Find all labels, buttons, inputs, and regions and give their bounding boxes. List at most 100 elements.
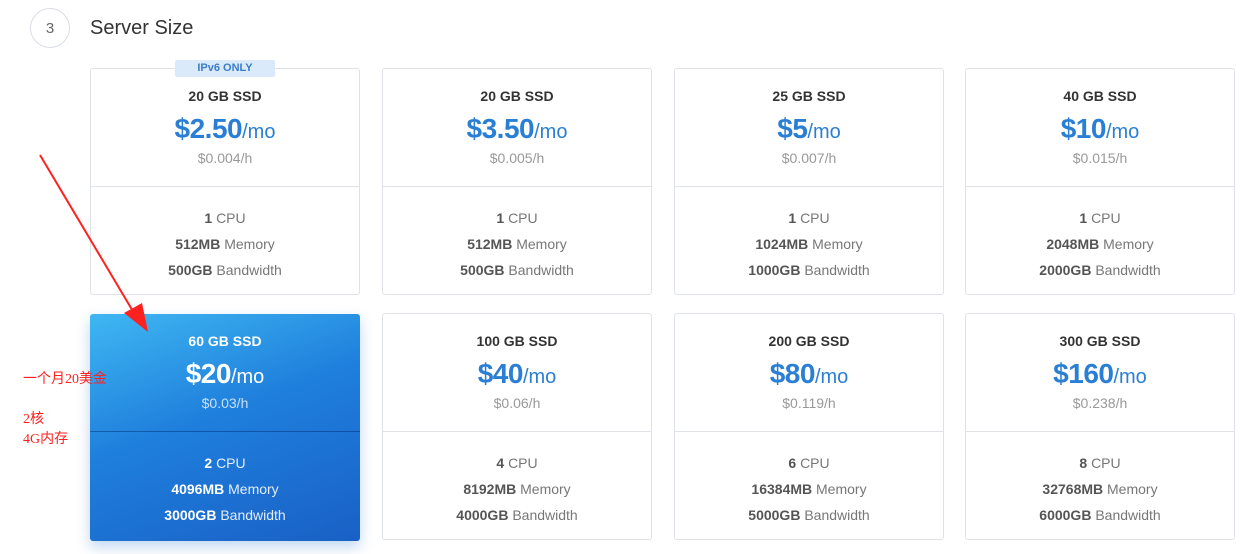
- spec-memory-label: Memory: [228, 481, 279, 497]
- plan-card-100gb[interactable]: 100 GB SSD $40/mo $0.06/h 4 CPU 8192MB M…: [382, 313, 652, 540]
- spec-bandwidth-value: 500GB: [168, 262, 213, 278]
- plan-storage: 25 GB SSD: [772, 88, 846, 104]
- spec-cpu-value: 4: [496, 455, 505, 471]
- plan-card-20gb-ipv6[interactable]: IPv6 ONLY 20 GB SSD $2.50/mo $0.004/h 1 …: [90, 60, 360, 295]
- plan-card-300gb[interactable]: 300 GB SSD $160/mo $0.238/h 8 CPU 32768M…: [965, 313, 1235, 540]
- spec-memory: 2048MB Memory: [966, 231, 1234, 257]
- spec-bandwidth: 6000GB Bandwidth: [966, 502, 1234, 528]
- plan-price: $10/mo: [966, 113, 1234, 145]
- spec-memory: 16384MB Memory: [675, 476, 943, 502]
- plan-storage: 100 GB SSD: [476, 333, 558, 349]
- spec-cpu-label: CPU: [216, 455, 246, 471]
- spec-bandwidth: 5000GB Bandwidth: [675, 502, 943, 528]
- price-unit: /mo: [1105, 121, 1140, 143]
- plan-price: $40/mo: [383, 358, 651, 390]
- spec-cpu: 4 CPU: [383, 450, 651, 476]
- spec-cpu-label: CPU: [508, 210, 538, 226]
- price-amount: $80: [769, 358, 816, 389]
- plan-hourly-price: $0.005/h: [489, 150, 545, 166]
- price-amount: $40: [477, 358, 524, 389]
- spec-bandwidth: 1000GB Bandwidth: [675, 257, 943, 283]
- spec-memory: 8192MB Memory: [383, 476, 651, 502]
- spec-bandwidth-label: Bandwidth: [804, 507, 870, 523]
- spec-memory-value: 8192MB: [463, 481, 517, 497]
- spec-cpu-value: 1: [204, 210, 213, 226]
- spec-memory-value: 512MB: [175, 236, 221, 252]
- plan-price: $160/mo: [966, 358, 1234, 390]
- plan-card-20gb[interactable]: 20 GB SSD $3.50/mo $0.005/h 1 CPU 512MB …: [382, 68, 652, 295]
- plan-storage: 40 GB SSD: [1063, 88, 1137, 104]
- spec-memory-label: Memory: [1103, 236, 1154, 252]
- plan-hourly-price: $0.007/h: [781, 150, 837, 166]
- spec-memory: 512MB Memory: [91, 231, 359, 257]
- spec-memory: 512MB Memory: [383, 231, 651, 257]
- spec-cpu: 1 CPU: [675, 205, 943, 231]
- price-amount: $10: [1060, 113, 1107, 144]
- spec-cpu-value: 1: [496, 210, 505, 226]
- plan-hourly-price: $0.03/h: [201, 395, 249, 411]
- spec-bandwidth-label: Bandwidth: [220, 507, 286, 523]
- spec-bandwidth-value: 1000GB: [748, 262, 801, 278]
- price-unit: /mo: [230, 366, 265, 388]
- plan-price: $2.50/mo: [91, 113, 359, 145]
- spec-cpu-label: CPU: [800, 210, 830, 226]
- spec-cpu: 2 CPU: [90, 450, 360, 476]
- spec-memory-label: Memory: [224, 236, 275, 252]
- price-unit: /mo: [534, 121, 568, 143]
- spec-memory-value: 16384MB: [751, 481, 813, 497]
- plan-card-25gb[interactable]: 25 GB SSD $5/mo $0.007/h 1 CPU 1024MB Me…: [674, 68, 944, 295]
- spec-bandwidth-value: 500GB: [460, 262, 505, 278]
- price-unit: /mo: [807, 121, 841, 143]
- spec-cpu-value: 6: [788, 455, 797, 471]
- annotation-memory-note: 4G内存: [23, 432, 69, 447]
- spec-bandwidth-value: 2000GB: [1039, 262, 1092, 278]
- spec-cpu: 6 CPU: [675, 450, 943, 476]
- spec-cpu-label: CPU: [800, 455, 830, 471]
- plan-card-200gb[interactable]: 200 GB SSD $80/mo $0.119/h 6 CPU 16384MB…: [674, 313, 944, 540]
- spec-memory: 1024MB Memory: [675, 231, 943, 257]
- price-amount: $3.50: [466, 113, 535, 144]
- spec-bandwidth-value: 5000GB: [748, 507, 801, 523]
- plan-storage: 200 GB SSD: [768, 333, 850, 349]
- spec-bandwidth-label: Bandwidth: [216, 262, 282, 278]
- plan-storage: 60 GB SSD: [188, 333, 262, 349]
- spec-memory-value: 32768MB: [1042, 481, 1104, 497]
- spec-cpu-value: 8: [1079, 455, 1088, 471]
- plan-price: $5/mo: [675, 113, 943, 145]
- plan-storage: 20 GB SSD: [480, 88, 554, 104]
- spec-cpu-label: CPU: [1091, 210, 1121, 226]
- spec-cpu: 1 CPU: [91, 205, 359, 231]
- plan-card-60gb-selected[interactable]: 60 GB SSD $20/mo $0.03/h 2 CPU 4096MB Me…: [90, 314, 360, 541]
- spec-memory-label: Memory: [516, 236, 567, 252]
- spec-memory-value: 2048MB: [1046, 236, 1100, 252]
- plan-hourly-price: $0.06/h: [493, 395, 541, 411]
- spec-cpu-label: CPU: [508, 455, 538, 471]
- spec-cpu-label: CPU: [216, 210, 246, 226]
- spec-memory-label: Memory: [812, 236, 863, 252]
- spec-cpu: 1 CPU: [966, 205, 1234, 231]
- price-amount: $2.50: [174, 113, 243, 144]
- spec-memory-value: 4096MB: [171, 481, 225, 497]
- plan-price: $20/mo: [90, 358, 360, 390]
- spec-memory: 32768MB Memory: [966, 476, 1234, 502]
- plan-card-40gb[interactable]: 40 GB SSD $10/mo $0.015/h 1 CPU 2048MB M…: [965, 68, 1235, 295]
- spec-bandwidth-label: Bandwidth: [1095, 507, 1161, 523]
- price-amount: $5: [777, 113, 808, 144]
- spec-memory: 4096MB Memory: [90, 476, 360, 502]
- annotation-price-note: 一个月20美金: [23, 372, 107, 387]
- price-unit: /mo: [242, 121, 276, 143]
- spec-bandwidth: 2000GB Bandwidth: [966, 257, 1234, 283]
- spec-bandwidth-label: Bandwidth: [508, 262, 574, 278]
- spec-bandwidth-label: Bandwidth: [512, 507, 578, 523]
- price-unit: /mo: [1113, 366, 1147, 388]
- spec-bandwidth: 4000GB Bandwidth: [383, 502, 651, 528]
- plan-hourly-price: $0.119/h: [782, 395, 836, 411]
- spec-bandwidth-value: 3000GB: [164, 507, 217, 523]
- plan-price: $3.50/mo: [383, 113, 651, 145]
- spec-cpu: 1 CPU: [383, 205, 651, 231]
- spec-bandwidth: 500GB Bandwidth: [91, 257, 359, 283]
- spec-memory-label: Memory: [520, 481, 571, 497]
- spec-bandwidth-label: Bandwidth: [1095, 262, 1161, 278]
- price-unit: /mo: [814, 366, 849, 388]
- step-number-circle: 3: [30, 8, 70, 48]
